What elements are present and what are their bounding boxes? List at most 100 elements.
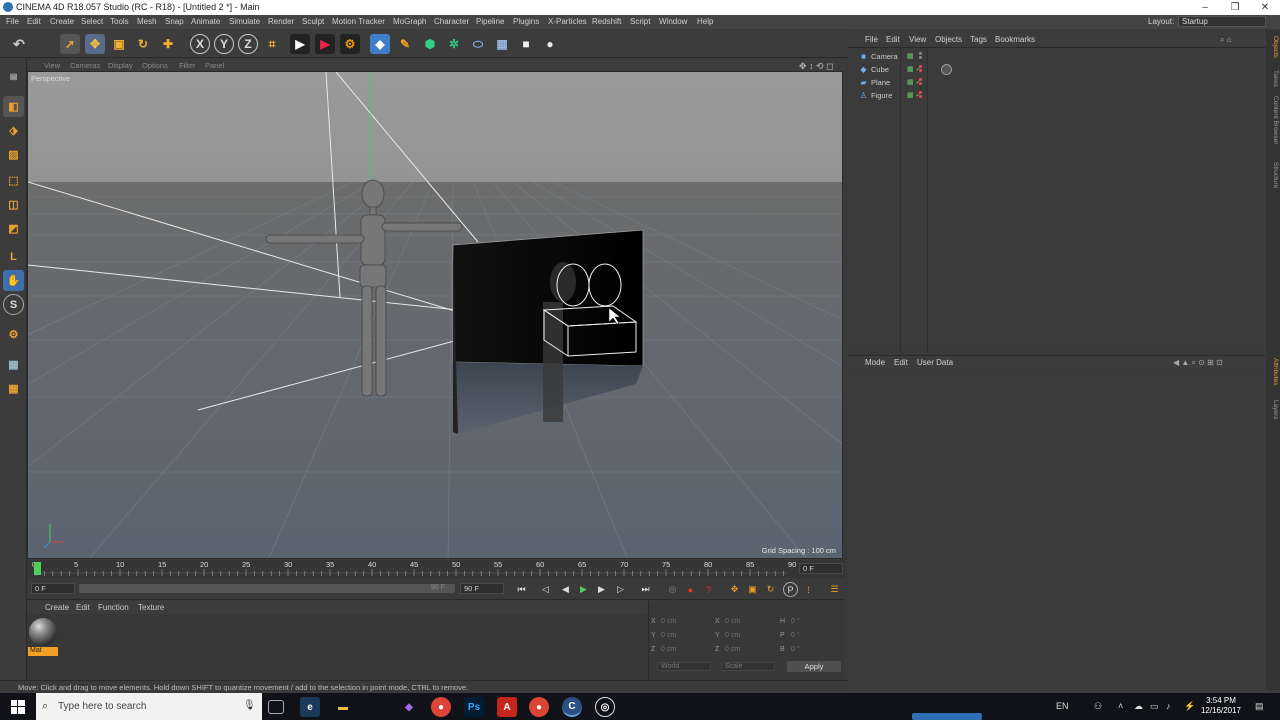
cube-primitive-icon[interactable]: ◆ [370, 34, 390, 54]
microphone-icon[interactable]: 🎙 [243, 700, 256, 711]
material-menu-create[interactable]: Create [45, 603, 69, 612]
uv-mode-icon[interactable]: L [3, 246, 24, 267]
menu-help[interactable]: Help [697, 17, 713, 26]
menu-character[interactable]: Character [434, 17, 469, 26]
subdivision-surface-icon[interactable]: ⬢ [420, 34, 440, 54]
tab-objects[interactable]: Objects [1267, 36, 1279, 58]
coord-size-z-value[interactable]: 0 cm [725, 646, 740, 653]
taskbar-clock[interactable]: 3:54 PM 12/16/2017 [1198, 696, 1244, 716]
visual-studio-icon[interactable]: ◆ [399, 697, 419, 717]
position-key-icon[interactable]: ✥ [727, 582, 742, 597]
object-row-figure[interactable]: ♙ Figure ▦ ✓ [848, 89, 1266, 102]
tab-structure[interactable]: Structure [1267, 162, 1279, 188]
close-icon[interactable]: ✕ [1250, 0, 1280, 15]
rotation-key-icon[interactable]: ↻ [763, 582, 778, 597]
show-hidden-icons-icon[interactable]: ˄ [1118, 701, 1123, 711]
material-menu-texture[interactable]: Texture [138, 603, 164, 612]
material-tag-icon[interactable] [941, 64, 952, 75]
material-preview-icon[interactable] [29, 618, 57, 646]
acrobat-icon[interactable]: A [497, 697, 517, 717]
x-axis-lock-icon[interactable]: X [190, 34, 210, 54]
file-explorer-icon[interactable]: ▬ [333, 697, 353, 717]
deformer-icon[interactable]: ⬭ [468, 34, 488, 54]
coord-size-x-value[interactable]: 0 cm [725, 618, 740, 625]
menu-render[interactable]: Render [268, 17, 294, 26]
coord-pos-x-value[interactable]: 0 cm [661, 618, 676, 625]
task-view-icon[interactable] [268, 700, 284, 714]
viewport-menu-view[interactable]: View [44, 61, 60, 70]
notification-popup[interactable] [912, 713, 982, 720]
photoshop-icon[interactable]: Ps [464, 697, 484, 717]
floor-environment-icon[interactable]: ▦ [492, 34, 512, 54]
coord-rot-h-value[interactable]: 0 ° [791, 618, 800, 625]
undo-icon[interactable]: ↶ [7, 34, 31, 54]
menu-tools[interactable]: Tools [110, 17, 129, 26]
cinema4d-taskbar-icon[interactable]: C [562, 697, 582, 717]
workplane-icon[interactable]: ▦ [3, 354, 24, 375]
object-menu-bookmarks[interactable]: Bookmarks [995, 35, 1035, 44]
locked-workplane-icon[interactable]: ▦ [3, 378, 24, 399]
live-selection-icon[interactable]: ➚ [60, 34, 80, 54]
record-active-objects-icon[interactable]: ◎ [665, 582, 680, 597]
keyframe-selection-icon[interactable]: ? [701, 582, 716, 597]
timeline-ruler[interactable]: 051015202530354045505560657075808590 0 F [27, 560, 845, 578]
coord-rot-b-value[interactable]: 0 ° [791, 646, 800, 653]
attribute-menu-mode[interactable]: Mode [865, 358, 885, 367]
viewport-menu-panel[interactable]: Panel [205, 61, 224, 70]
menu-mesh[interactable]: Mesh [137, 17, 157, 26]
restore-icon[interactable]: ❐ [1220, 0, 1250, 15]
chrome-icon[interactable]: ● [431, 697, 451, 717]
menu-x-particles[interactable]: X-Particles [548, 17, 587, 26]
layer-dots-icon[interactable] [919, 65, 926, 73]
action-center-icon[interactable]: ▤ [1255, 701, 1264, 712]
parameter-key-icon[interactable]: P [783, 582, 798, 597]
tweak-mode-icon[interactable]: ⚙ [3, 324, 24, 345]
camera-object-icon[interactable]: ■ [516, 34, 536, 54]
menu-plugins[interactable]: Plugins [513, 17, 539, 26]
menu-edit[interactable]: Edit [27, 17, 41, 26]
coord-pos-y-value[interactable]: 0 cm [661, 632, 676, 639]
go-to-end-icon[interactable]: ⏭ [638, 582, 653, 597]
menu-file[interactable]: File [6, 17, 19, 26]
coordinate-system-icon[interactable]: ⌗ [262, 34, 282, 54]
coord-rot-p-value[interactable]: 0 ° [791, 632, 800, 639]
minimize-icon[interactable]: – [1190, 0, 1220, 15]
onedrive-icon[interactable]: ☁ [1134, 701, 1143, 712]
menu-select[interactable]: Select [81, 17, 103, 26]
people-icon[interactable]: ⚇ [1094, 701, 1102, 712]
volume-icon[interactable]: ♪ [1166, 701, 1171, 711]
points-mode-icon[interactable]: ⬚ [3, 170, 24, 191]
object-manager-search-icon[interactable]: ⌕ ⌂ [1220, 35, 1232, 45]
go-to-start-icon[interactable]: ⏮ [514, 582, 529, 597]
light-object-icon[interactable]: ● [540, 34, 560, 54]
layer-dots-icon[interactable] [919, 91, 926, 99]
network-icon[interactable]: ▭ [1150, 701, 1159, 712]
move-tool-icon[interactable]: ✥ [85, 34, 105, 54]
y-axis-lock-icon[interactable]: Y [214, 34, 234, 54]
object-row-cube[interactable]: ◆ Cube ▦ ✓ [848, 63, 1266, 76]
play-forward-icon[interactable]: ▶ [576, 582, 591, 597]
tab-layers[interactable]: Layers [1267, 400, 1279, 420]
scale-tool-icon[interactable]: ▣ [109, 34, 129, 54]
scale-key-icon[interactable]: ▣ [745, 582, 760, 597]
timeline-playhead[interactable] [34, 562, 41, 575]
taskbar-search-box[interactable]: Type here to search [36, 693, 262, 720]
scheme-menu-icon[interactable]: ☰ [827, 582, 842, 597]
end-frame-field[interactable]: 90 F [460, 583, 504, 594]
menu-pipeline[interactable]: Pipeline [476, 17, 504, 26]
tab-content-browser[interactable]: Content Browser [1267, 96, 1279, 144]
power-icon[interactable]: ⚡ [1184, 701, 1195, 712]
next-frame-icon[interactable]: ▶ [594, 582, 609, 597]
attribute-menu-edit[interactable]: Edit [894, 358, 908, 367]
start-frame-field[interactable]: 0 F [31, 583, 75, 594]
attribute-navigation-icons[interactable]: ◀ ▲ ⌕ ⊙ ⊞ ⊡ [1173, 358, 1223, 368]
menu-create[interactable]: Create [50, 17, 74, 26]
menu-motion-tracker[interactable]: Motion Tracker [332, 17, 385, 26]
point-level-animation-icon[interactable]: ⁞ [801, 582, 816, 597]
menu-script[interactable]: Script [630, 17, 650, 26]
snap-icon[interactable]: S [3, 294, 24, 315]
workplane-mode-icon[interactable]: ▨ [3, 144, 24, 165]
material-menu-function[interactable]: Function [98, 603, 129, 612]
render-view-icon[interactable]: ▶ [290, 34, 310, 54]
windows-start-icon[interactable] [0, 693, 36, 720]
